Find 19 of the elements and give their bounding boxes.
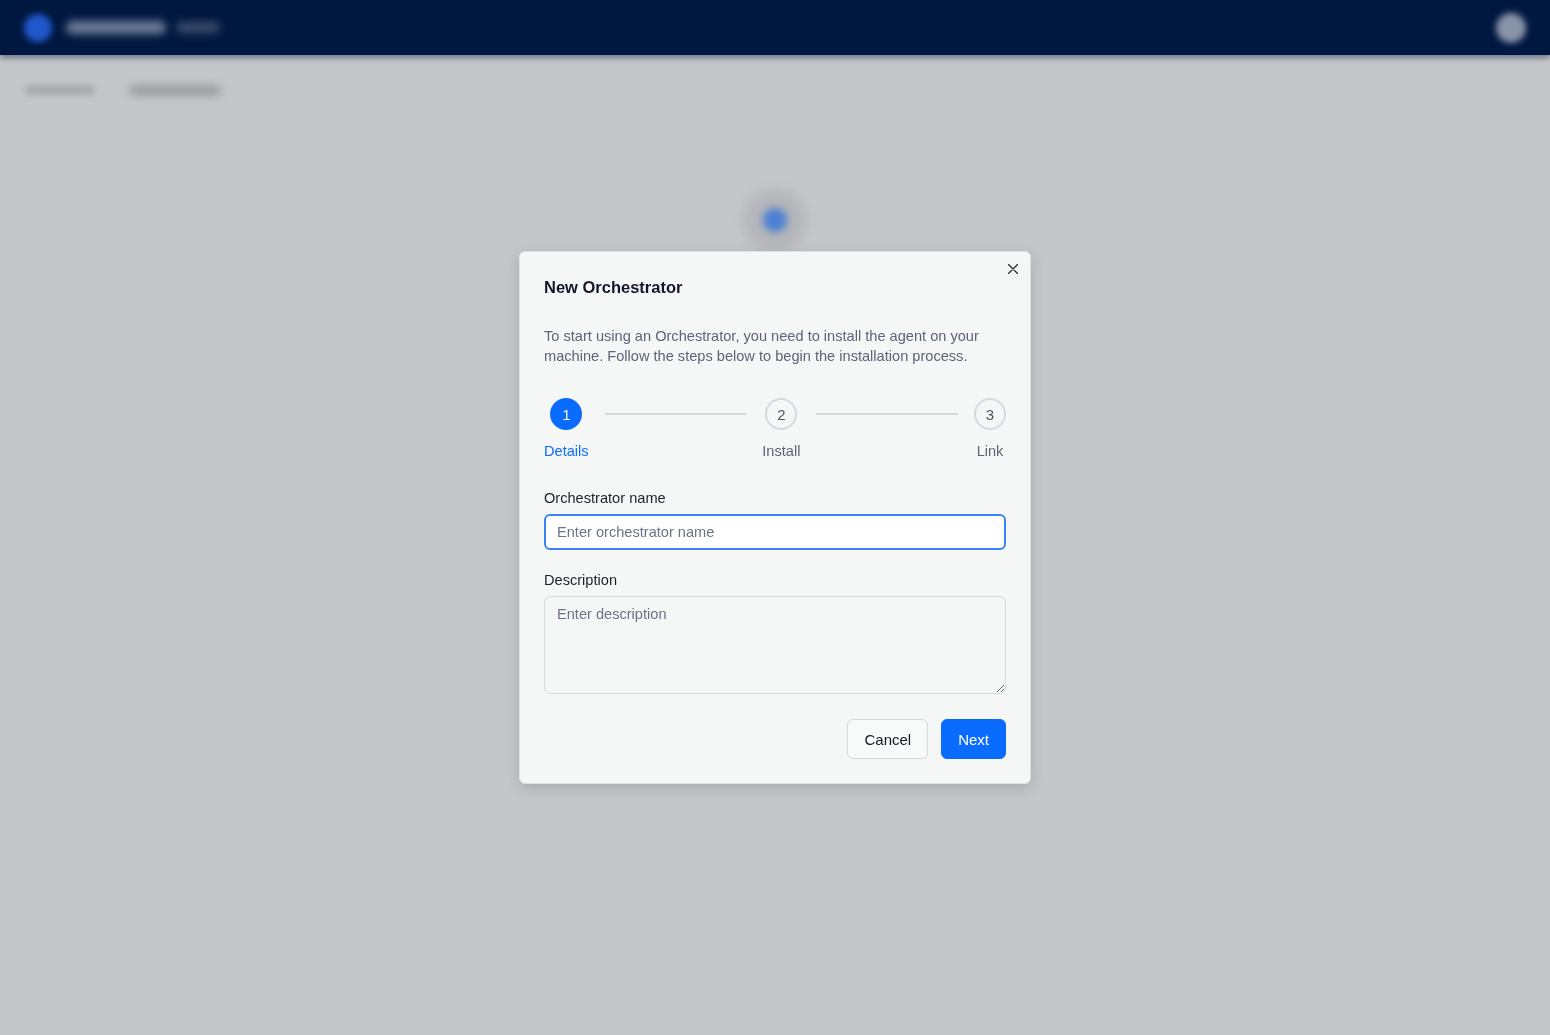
step-indicator: 2 — [765, 398, 798, 430]
step-label: Link — [976, 442, 1004, 460]
step-indicator: 1 — [550, 398, 583, 430]
description-text-area[interactable]: Enter description — [544, 596, 1006, 694]
cancel-button[interactable]: Cancel — [847, 719, 929, 759]
blurred-logo-icon — [24, 13, 52, 42]
field-label: Description — [544, 571, 618, 590]
blurred-avatar-icon — [1496, 12, 1526, 43]
name-input-field[interactable]: Enter orchestrator name — [544, 514, 1006, 550]
field-label: Orchestrator name — [544, 489, 667, 508]
step-label: Install — [762, 442, 801, 460]
dialog-title: New Orchestrator — [544, 277, 684, 298]
step-indicator: 3 — [974, 398, 1006, 430]
step-label: Details — [544, 442, 589, 460]
next-button[interactable]: Next — [941, 719, 1006, 759]
dialog-description: To start using an Orchestrator, you need to install the agent on your machine. Follow the steps below to begin the installation process. — [544, 327, 980, 366]
blurred-breadcrumb — [25, 85, 95, 95]
close-icon[interactable] — [1006, 262, 1020, 276]
blurred-app-tag — [176, 22, 220, 33]
